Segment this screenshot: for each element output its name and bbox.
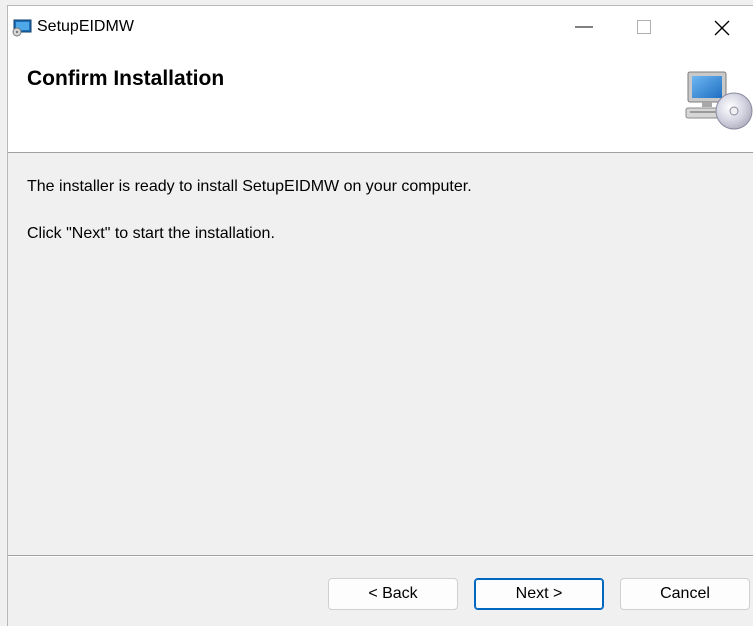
next-button[interactable]: Next > [474, 578, 604, 610]
cancel-button[interactable]: Cancel [620, 578, 750, 610]
maximize-icon [637, 20, 651, 34]
minimize-icon [575, 26, 593, 28]
maximize-button[interactable] [628, 6, 676, 48]
close-icon [714, 20, 730, 36]
header-banner-area: Confirm Installation [8, 48, 753, 153]
title-bar: SetupEIDMW [8, 6, 753, 48]
computer-with-cd-icon [684, 66, 753, 136]
footer-divider [8, 555, 753, 557]
instruction-message: Click "Next" to start the installation. [27, 225, 275, 242]
content-area: The installer is ready to install SetupE… [8, 153, 753, 555]
close-button[interactable] [702, 6, 750, 48]
page-title: Confirm Installation [27, 67, 225, 90]
back-button[interactable]: < Back [328, 578, 458, 610]
window-title: SetupEIDMW [37, 18, 134, 35]
installer-app-icon [12, 17, 32, 37]
ready-message: The installer is ready to install SetupE… [27, 178, 472, 195]
minimize-button[interactable] [563, 6, 611, 48]
installer-window: SetupEIDMW Confirm Installation The inst… [7, 5, 753, 626]
